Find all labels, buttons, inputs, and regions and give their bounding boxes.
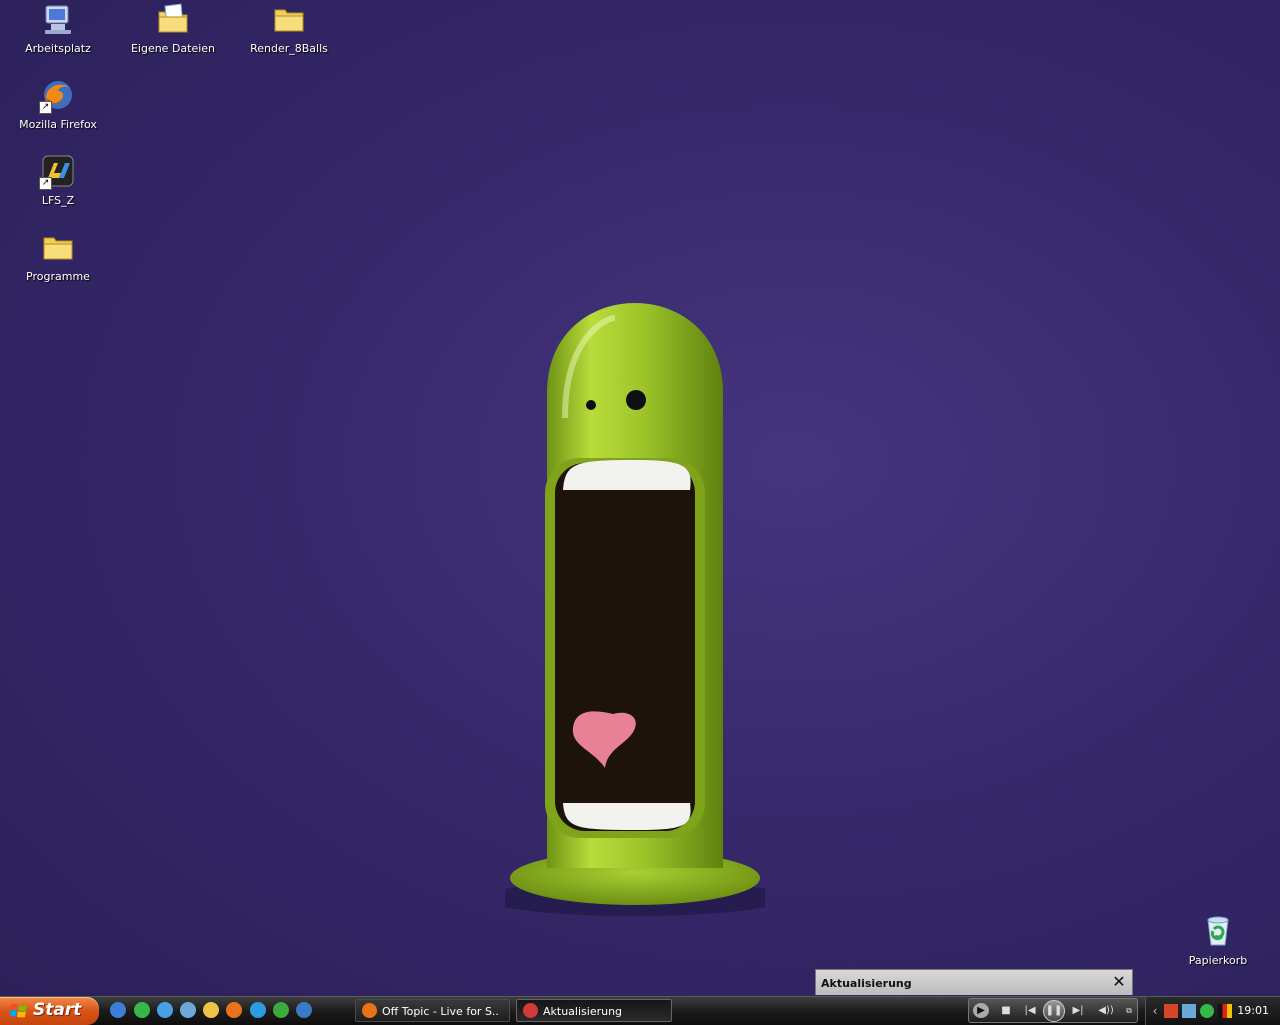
search-icon[interactable] — [250, 1002, 266, 1018]
my-documents-icon — [156, 2, 190, 36]
lfs-game-icon: ↗ — [39, 154, 75, 190]
messenger-icon[interactable] — [134, 1002, 150, 1018]
update-icon — [523, 1003, 538, 1018]
msn-icon[interactable] — [273, 1002, 289, 1018]
language-flag-icon[interactable] — [1218, 1004, 1232, 1018]
task-aktualisierung[interactable]: Aktualisierung — [516, 999, 672, 1022]
firefox-icon — [362, 1003, 377, 1018]
player-logo-icon[interactable]: ▶ — [973, 1003, 989, 1018]
start-button[interactable]: Start — [0, 997, 99, 1025]
notification-title: Aktualisierung — [821, 977, 912, 990]
desktop-icon-label: Eigene Dateien — [130, 42, 216, 55]
stop-button[interactable]: ■ — [999, 1003, 1013, 1018]
taskbar: Start Off Topic - Live for S... Aktualis… — [0, 996, 1280, 1025]
app-tray-icon[interactable] — [1164, 1004, 1178, 1018]
network-icon[interactable] — [1182, 1004, 1196, 1018]
desktop-icon-eigene-dateien[interactable]: Eigene Dateien — [125, 2, 221, 55]
start-label: Start — [33, 1000, 82, 1020]
task-label: Off Topic - Live for S... — [382, 1005, 500, 1018]
task-label: Aktualisierung — [543, 1005, 623, 1018]
desktop-icon-render-8balls[interactable]: Render_8Balls — [241, 2, 337, 55]
desktop-icon-lfs-z[interactable]: ↗ LFS_Z — [10, 154, 106, 207]
desktop-icon-label: LFS_Z — [41, 194, 75, 207]
media-player-icon[interactable] — [296, 1002, 312, 1018]
desktop-icon-papierkorb[interactable]: Papierkorb — [1170, 914, 1266, 967]
next-button[interactable]: ▶| — [1067, 1003, 1089, 1018]
shortcut-arrow-icon: ↗ — [39, 177, 52, 190]
firefox-icon: ↗ — [39, 78, 75, 114]
firefox-icon[interactable] — [226, 1002, 242, 1018]
pause-button[interactable]: ❚❚ — [1043, 1000, 1065, 1022]
desktop-icon-label: Programme — [26, 270, 90, 283]
internet-explorer-icon[interactable] — [157, 1002, 173, 1018]
wallpaper-monster — [505, 303, 765, 916]
notification-popup: Aktualisierung ✕ — [815, 969, 1133, 995]
desktop-icon-mozilla-firefox[interactable]: ↗ Mozilla Firefox — [10, 78, 106, 131]
volume-button[interactable]: ◀)) — [1093, 1003, 1119, 1018]
messenger-status-icon[interactable] — [1200, 1004, 1214, 1018]
notification-close-icon[interactable]: ✕ — [1110, 973, 1128, 991]
recycle-bin-icon — [1201, 914, 1235, 948]
system-tray: ‹ 19:01 — [1145, 997, 1280, 1025]
media-player-toolbar: ▶ ■ |◀ ❚❚ ▶| ◀)) ⧉ — [968, 998, 1138, 1023]
desktop-icon-label: Arbeitsplatz — [25, 42, 91, 55]
mail-icon[interactable] — [203, 1002, 219, 1018]
desktop-icon-label: Mozilla Firefox — [19, 118, 97, 131]
previous-button[interactable]: |◀ — [1019, 1003, 1041, 1018]
folder-icon — [272, 2, 306, 36]
desktop-icon-label: Papierkorb — [1188, 954, 1248, 967]
tray-expand-icon[interactable]: ‹ — [1148, 1004, 1162, 1018]
itunes-icon[interactable] — [180, 1002, 196, 1018]
shortcut-arrow-icon: ↗ — [39, 101, 52, 114]
desktop: Arbeitsplatz Eigene Dateien Render_8Ball… — [0, 0, 1280, 996]
desktop-icon-label: Render_8Balls — [250, 42, 328, 55]
player-restore-icon[interactable]: ⧉ — [1124, 1003, 1134, 1018]
task-off-topic[interactable]: Off Topic - Live for S... — [355, 999, 510, 1022]
desktop-icon-programme[interactable]: Programme — [10, 230, 106, 283]
folder-icon — [41, 230, 75, 264]
ie-icon[interactable] — [110, 1002, 126, 1018]
windows-flag-icon — [10, 1003, 27, 1018]
desktop-icon-arbeitsplatz[interactable]: Arbeitsplatz — [10, 2, 106, 55]
my-computer-icon — [41, 2, 75, 36]
clock[interactable]: 19:01 — [1237, 1004, 1269, 1017]
